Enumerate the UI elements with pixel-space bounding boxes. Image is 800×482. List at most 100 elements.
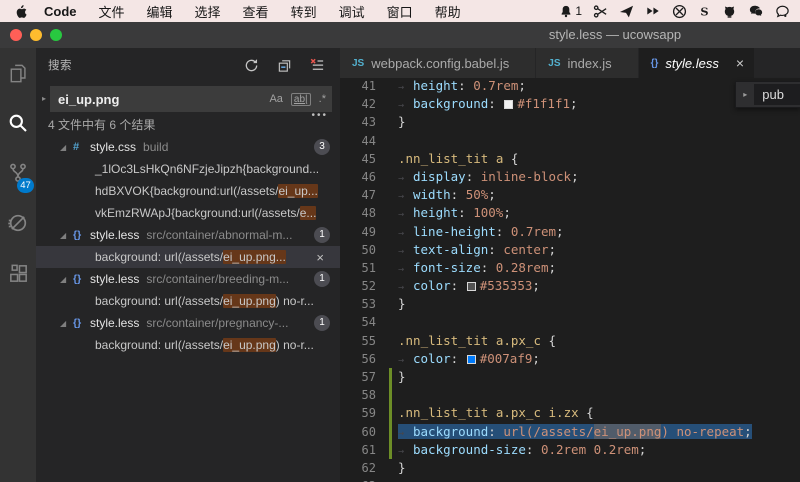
tab-label: webpack.config.babel.js	[371, 55, 510, 71]
activity-search[interactable]	[0, 98, 36, 148]
double-arrows-icon[interactable]	[645, 4, 661, 18]
scissors-icon[interactable]	[593, 4, 608, 19]
activity-extensions[interactable]	[0, 248, 36, 298]
tab-index-js[interactable]: JS index.js	[536, 48, 639, 78]
search-panel-header: 搜索	[36, 48, 340, 82]
file-result-row[interactable]: ◢{} style.less src/container/abnormal-m...…	[36, 224, 340, 246]
file-result-row[interactable]: ◢{} style.less src/container/breeding-m...…	[36, 268, 340, 290]
explorer-drag-overlay[interactable]: ▸ pub	[735, 81, 800, 108]
code-text[interactable]	[388, 132, 398, 150]
braces-icon: {}	[73, 273, 82, 285]
more-actions-icon[interactable]: •••	[311, 110, 328, 121]
menu-item-帮助[interactable]: 帮助	[424, 2, 472, 21]
circle-cross-icon[interactable]	[672, 4, 687, 19]
search-option-match-case[interactable]: Aa	[269, 93, 282, 105]
code-text[interactable]	[388, 313, 398, 331]
code-text[interactable]: }	[388, 295, 406, 313]
menu-item-调试[interactable]: 调试	[328, 2, 376, 21]
code-line-47: 47 → width: 50%;	[340, 186, 800, 204]
code-text[interactable]	[388, 477, 398, 482]
refresh-icon[interactable]	[244, 58, 259, 73]
chevron-right-icon[interactable]: ▸	[38, 86, 50, 103]
line-number: 62	[361, 460, 376, 475]
code-text[interactable]: → width: 50%;	[388, 186, 496, 204]
menu-item-窗口[interactable]: 窗口	[376, 2, 424, 21]
close-window-button[interactable]	[10, 29, 22, 41]
code-text[interactable]: .nn_list_tit a.px_c i.zx {	[388, 404, 594, 422]
bell-icon[interactable]: 1	[559, 4, 582, 19]
activity-source-control[interactable]: 47	[0, 148, 36, 198]
token: color	[413, 278, 451, 294]
window-titlebar[interactable]: style.less — ucowsapp	[0, 22, 800, 48]
activity-debug[interactable]	[0, 198, 36, 248]
code-text[interactable]: .nn_list_tit a.px_c {	[388, 332, 556, 350]
match-result-row[interactable]: hdBXVOK{background:url(/assets/ei_up...	[36, 180, 340, 202]
collapse-all-icon[interactable]	[277, 58, 292, 73]
code-text[interactable]: → text-align: center;	[388, 241, 556, 259]
search-option-regex[interactable]: .*	[319, 93, 326, 105]
close-icon[interactable]: ×	[312, 250, 332, 265]
code-text[interactable]: → color: #007af9;	[388, 350, 540, 368]
code-text[interactable]: → color: #535353;	[388, 277, 540, 295]
close-icon[interactable]: ×	[736, 55, 744, 71]
apple-icon[interactable]	[14, 4, 27, 19]
token: background-size	[413, 441, 526, 457]
file-result-row[interactable]: ◢{} style.less src/container/pregnancy-...…	[36, 312, 340, 334]
search-option-whole-word[interactable]: ab|	[290, 92, 311, 106]
twistie-expanded-icon[interactable]: ◢	[60, 275, 73, 284]
code-text[interactable]: → display: inline-block;	[388, 168, 579, 186]
code-text[interactable]: }	[388, 113, 406, 131]
twistie-expanded-icon[interactable]: ◢	[60, 231, 73, 240]
code-text[interactable]: → background-size: 0.2rem 0.2rem;	[388, 441, 646, 459]
code-text[interactable]: → height: 0.7rem;	[388, 77, 526, 95]
activity-explorer[interactable]	[0, 48, 36, 98]
menu-item-查看[interactable]: 查看	[232, 2, 280, 21]
letter-s-icon[interactable]: S	[698, 4, 711, 19]
code-text[interactable]: }	[388, 459, 406, 477]
menu-items: Code 文件 编辑 选择 查看 转到 调试 窗口 帮助	[33, 2, 472, 21]
match-result-row[interactable]: _1lOc3LsHkQn6NFzjeJipzh{background...	[36, 158, 340, 180]
code-text[interactable]	[388, 386, 398, 404]
code-text[interactable]: → font-size: 0.28rem;	[388, 259, 556, 277]
match-result-row[interactable]: background: url(/assets/ei_up.png) no-r.…	[36, 290, 340, 312]
clear-results-icon[interactable]	[310, 58, 325, 73]
cat-icon[interactable]	[722, 4, 737, 19]
code-text[interactable]: }	[388, 368, 406, 386]
search-input[interactable]: ei_up.png Aa ab| .*	[50, 86, 332, 112]
chat-bubble-icon[interactable]	[775, 4, 790, 19]
code-text[interactable]: .nn_list_tit a {	[388, 150, 518, 168]
token: height	[413, 205, 459, 221]
search-input-row: ▸ ei_up.png Aa ab| .*	[36, 82, 340, 112]
token: ;	[548, 259, 557, 275]
paper-plane-icon[interactable]	[619, 4, 634, 19]
match-count-badge: 1	[314, 227, 330, 243]
menu-item-选择[interactable]: 选择	[184, 2, 232, 21]
code-text[interactable]: → line-height: 0.7rem;	[388, 223, 564, 241]
menu-item-转到[interactable]: 转到	[280, 2, 328, 21]
code-text[interactable]: → height: 100%;	[388, 204, 511, 222]
search-panel-title: 搜索	[48, 60, 72, 72]
svg-text:S: S	[700, 4, 708, 18]
code-text[interactable]: → background: url(/assets/ei_up.png) no-r…	[388, 423, 752, 441]
wechat-icon[interactable]	[748, 4, 764, 18]
twistie-expanded-icon[interactable]: ◢	[60, 143, 73, 152]
match-result-row[interactable]: background: url(/assets/ei_up.png... ×	[36, 246, 340, 268]
menu-item-Code[interactable]: Code	[33, 4, 88, 19]
search-results-tree: ◢ # style.css build 3 _1lOc3LsHkQn6NFzjeJipzh…	[36, 136, 340, 356]
file-result-row[interactable]: ◢ # style.css build 3	[36, 136, 340, 158]
vscode-window: Code 文件 编辑 选择 查看 转到 调试 窗口 帮助 1 S style.less — uco…	[0, 0, 800, 482]
token: ;	[532, 350, 540, 366]
match-result-row[interactable]: background: url(/assets/ei_up.png) no-r.…	[36, 334, 340, 356]
menu-item-编辑[interactable]: 编辑	[136, 2, 184, 21]
line-number: 41	[361, 79, 376, 93]
tab-webpack-config-babel-js[interactable]: JS webpack.config.babel.js	[340, 48, 537, 78]
code-text[interactable]: → background: #f1f1f1;	[388, 95, 578, 113]
tab-label: style.less	[665, 55, 719, 71]
minimize-window-button[interactable]	[30, 29, 42, 41]
match-result-row[interactable]: vkEmzRWApJ{background:url(/assets/e...	[36, 202, 340, 224]
code-line-60: 60 → background: url(/assets/ei_up.png) no…	[340, 422, 800, 441]
twistie-expanded-icon[interactable]: ◢	[60, 319, 73, 328]
zoom-window-button[interactable]	[50, 29, 62, 41]
menu-item-文件[interactable]: 文件	[88, 2, 136, 21]
tab-style-less[interactable]: {} style.less ×	[638, 48, 756, 78]
